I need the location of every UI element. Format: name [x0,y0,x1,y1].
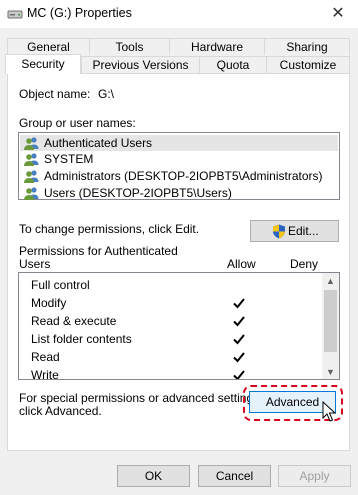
permission-row-read: Read [31,350,60,364]
special-permissions-text-2: click Advanced. [19,404,102,418]
change-permissions-text: To change permissions, click Edit. [19,222,200,236]
list-item-label: SYSTEM [44,152,94,166]
list-item[interactable]: Authenticated Users [20,135,338,151]
list-item-label: Authenticated Users [44,136,153,150]
special-permissions-text: For special permissions or advanced sett… [19,391,263,405]
users-group-icon [23,186,40,200]
uac-shield-icon [273,224,285,239]
permissions-list[interactable]: Full control Modify Read & execute List … [18,272,340,380]
object-name-label: Object name: [19,87,91,101]
group-names-label: Group or user names: [19,116,136,130]
users-group-icon [23,136,40,150]
tab-general[interactable]: General [7,38,90,55]
tab-previous-versions[interactable]: Previous Versions [81,56,200,73]
users-group-icon [23,152,40,166]
object-name-value: G:\ [98,87,115,101]
group-user-list[interactable]: Authenticated Users SYSTEM Administrator… [18,132,340,200]
permission-row-read-execute: Read & execute [31,314,117,328]
mouse-cursor-icon [322,401,336,422]
list-item-label: Administrators (DESKTOP-2IOPBT5\Administ… [44,169,323,183]
scrollbar-thumb[interactable] [324,290,337,352]
permission-row-write: Write [31,368,59,380]
tab-tools[interactable]: Tools [89,38,170,55]
check-icon [233,352,245,363]
cancel-button[interactable]: Cancel [198,465,271,487]
permission-row-modify: Modify [31,296,67,310]
check-icon [233,298,245,309]
ok-button[interactable]: OK [117,465,190,487]
tab-customize[interactable]: Customize [266,56,350,73]
permission-row-full-control: Full control [31,278,90,292]
allow-column-header: Allow [227,257,256,271]
scroll-down-icon[interactable]: ▼ [322,364,339,380]
tab-hardware[interactable]: Hardware [169,38,265,55]
permission-row-list-folder-contents: List folder contents [31,332,132,346]
close-icon[interactable]: ✕ [318,0,358,28]
permissions-header: Permissions for Authenticated [19,244,178,258]
edit-button[interactable]: Edit... [250,220,339,242]
apply-button[interactable]: Apply [278,465,351,487]
deny-column-header: Deny [290,257,319,271]
tab-security[interactable]: Security [5,54,81,74]
tab-sharing[interactable]: Sharing [264,38,350,55]
check-icon [233,370,245,379]
list-item[interactable]: SYSTEM [23,151,93,167]
permissions-header-user: Users [19,257,51,271]
list-item-label: Users (DESKTOP-2IOPBT5\Users) [44,186,232,200]
check-icon [233,316,245,327]
check-icon [233,334,245,345]
scroll-up-icon[interactable]: ▲ [322,273,339,289]
drive-icon [7,10,23,19]
window-title: MC (G:) Properties [27,6,132,20]
edit-button-label: Edit... [288,224,319,238]
list-item[interactable]: Users (DESKTOP-2IOPBT5\Users) [23,185,232,201]
list-item[interactable]: Administrators (DESKTOP-2IOPBT5\Administ… [23,168,323,184]
users-group-icon [23,169,40,183]
tab-quota[interactable]: Quota [199,56,267,73]
